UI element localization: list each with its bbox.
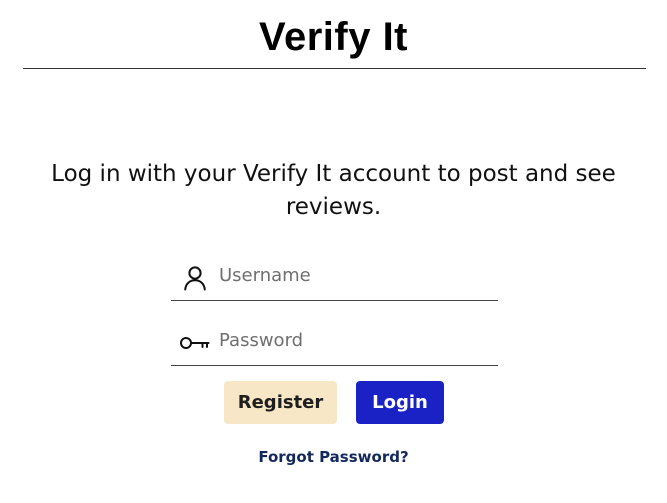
title-divider: [23, 68, 646, 69]
password-field[interactable]: [171, 320, 498, 366]
login-button[interactable]: Login: [356, 381, 444, 424]
forgot-password-container: Forgot Password?: [0, 446, 667, 468]
forgot-password-link[interactable]: Forgot Password?: [258, 448, 408, 466]
password-input[interactable]: [219, 325, 489, 356]
register-button[interactable]: Register: [224, 381, 337, 424]
app-title: Verify It: [258, 15, 408, 59]
user-icon: [171, 255, 219, 300]
key-icon: [171, 320, 219, 365]
username-field[interactable]: [171, 255, 498, 301]
username-input[interactable]: [219, 260, 489, 291]
login-instructions: Log in with your Verify It account to po…: [51, 161, 616, 220]
